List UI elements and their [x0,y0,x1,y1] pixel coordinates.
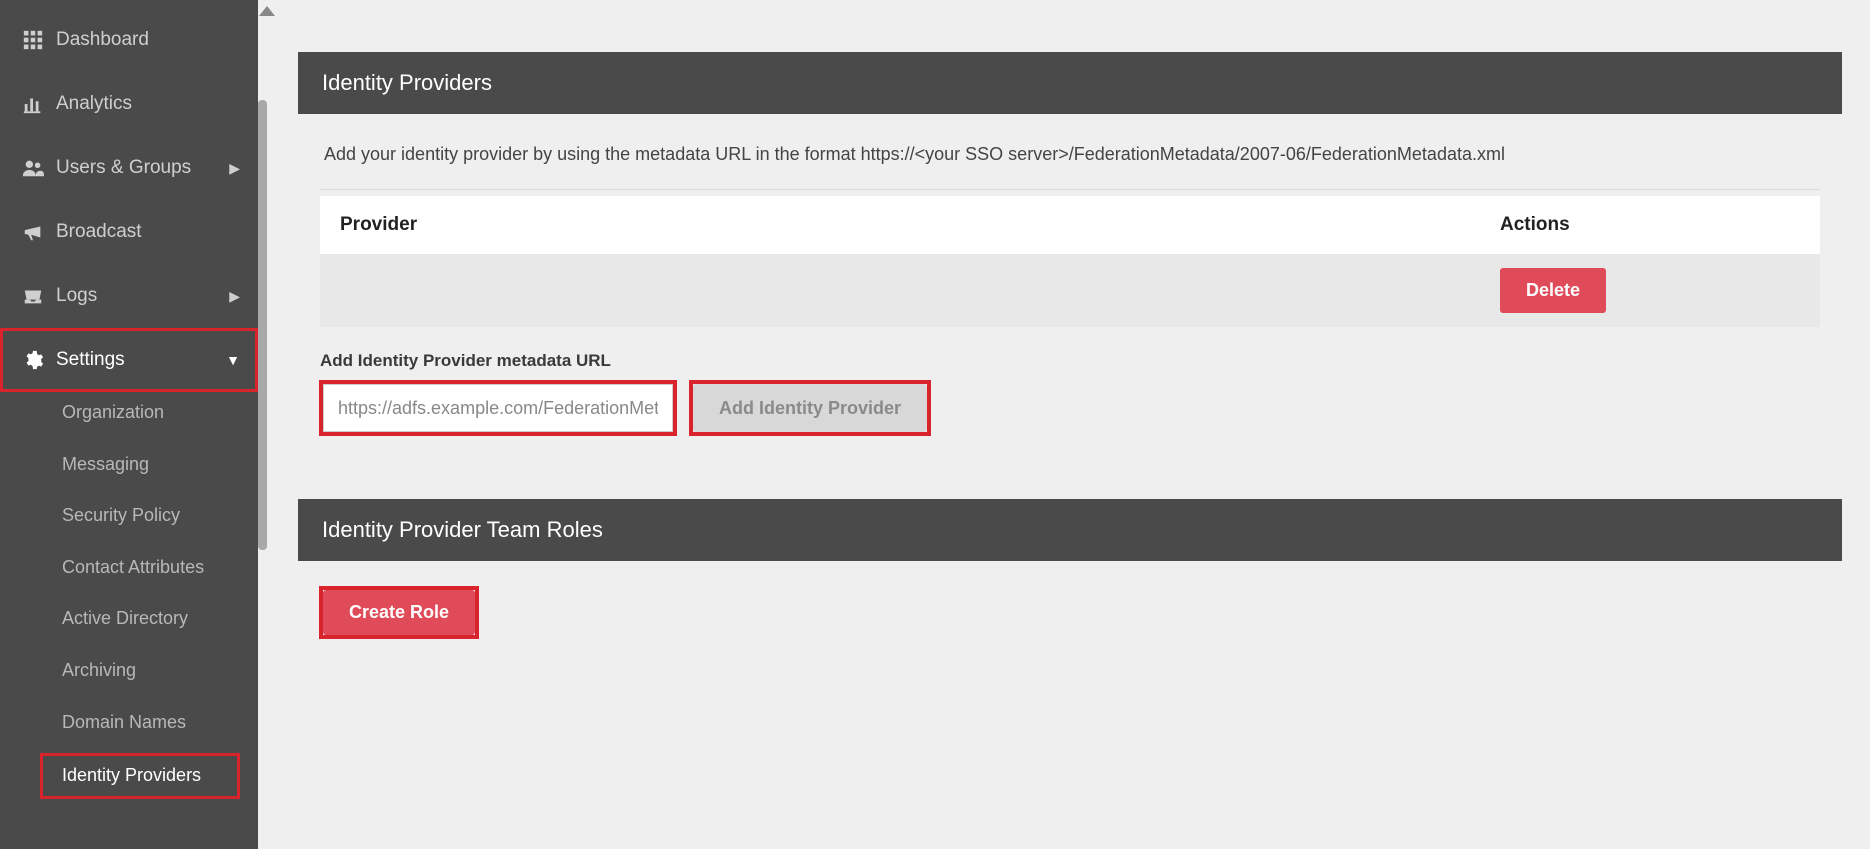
sidebar-sub-security-policy[interactable]: Security Policy [0,495,258,537]
sidebar-item-label: Settings [56,349,226,371]
chevron-right-icon: ▶ [229,288,240,305]
panel-title: Identity Provider Team Roles [298,499,1842,561]
sidebar-item-analytics[interactable]: Analytics [0,72,258,136]
delete-button[interactable]: Delete [1500,268,1606,313]
column-provider: Provider [340,214,1500,236]
sidebar-sub-archiving[interactable]: Archiving [0,650,258,692]
team-roles-panel: Identity Provider Team Roles Create Role [298,499,1842,664]
sidebar-item-label: Dashboard [56,29,240,51]
add-provider-label: Add Identity Provider metadata URL [320,351,1820,371]
grid-icon [22,29,56,51]
sidebar-item-settings[interactable]: Settings ▼ [0,328,258,392]
chart-icon [22,93,56,115]
table-header: Provider Actions [320,196,1820,254]
sidebar-sub-active-directory[interactable]: Active Directory [0,598,258,640]
metadata-url-input[interactable] [323,384,673,432]
sidebar-sub-domain-names[interactable]: Domain Names [0,702,258,744]
sidebar-sub-identity-providers[interactable]: Identity Providers [40,753,240,799]
column-actions: Actions [1500,214,1800,236]
users-icon [22,157,56,179]
sidebar-item-users-groups[interactable]: Users & Groups ▶ [0,136,258,200]
sidebar-item-label: Broadcast [56,221,240,243]
help-text: Add your identity provider by using the … [320,138,1820,190]
sidebar-item-logs[interactable]: Logs ▶ [0,264,258,328]
chevron-right-icon: ▶ [229,160,240,177]
main-content: Identity Providers Add your identity pro… [258,0,1870,849]
sidebar-sub-organization[interactable]: Organization [0,392,258,434]
sidebar-item-broadcast[interactable]: Broadcast [0,200,258,264]
chevron-down-icon: ▼ [226,352,240,368]
identity-providers-panel: Identity Providers Add your identity pro… [298,52,1842,467]
sidebar-item-dashboard[interactable]: Dashboard [0,8,258,72]
sidebar-item-label: Analytics [56,93,240,115]
megaphone-icon [22,221,56,243]
table-row: Delete [320,254,1820,327]
sidebar-item-label: Users & Groups [56,157,229,179]
sidebar-sub-messaging[interactable]: Messaging [0,444,258,486]
gear-icon [22,349,56,371]
panel-title: Identity Providers [298,52,1842,114]
add-identity-provider-button[interactable]: Add Identity Provider [693,384,927,432]
add-provider-section: Add Identity Provider metadata URL Add I… [320,351,1820,435]
sidebar-item-label: Logs [56,285,229,307]
providers-table: Provider Actions Delete [320,196,1820,327]
create-role-button[interactable]: Create Role [323,590,475,635]
sidebar: Dashboard Analytics Users & Groups ▶ Bro… [0,0,258,849]
inbox-icon [22,285,56,307]
sidebar-sub-contact-attributes[interactable]: Contact Attributes [0,547,258,589]
